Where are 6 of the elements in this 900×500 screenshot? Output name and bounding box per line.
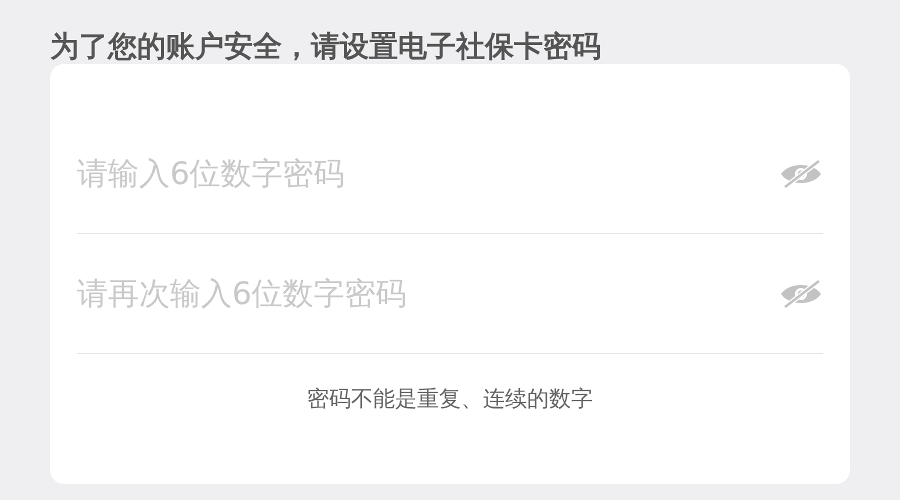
eye-slash-icon xyxy=(779,158,823,188)
password-visibility-toggle[interactable] xyxy=(779,158,823,188)
password-hint: 密码不能是重复、连续的数字 xyxy=(306,386,594,414)
page-heading: 为了您的账户安全，请设置电子社保卡密码 xyxy=(49,28,602,64)
password-visibility-toggle[interactable] xyxy=(779,278,823,308)
eye-slash-icon xyxy=(779,278,823,308)
